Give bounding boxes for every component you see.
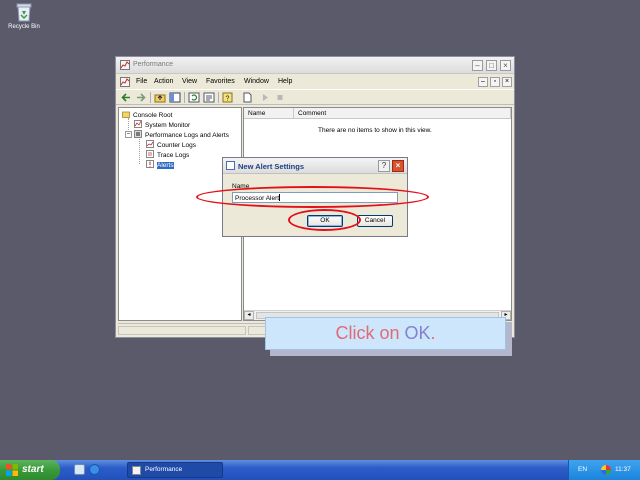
system-tray: EN 11:37 bbox=[568, 460, 640, 480]
recycle-bin-desktop-icon[interactable]: Recycle Bin bbox=[6, 2, 42, 30]
start-button[interactable]: start bbox=[0, 460, 60, 480]
callout-prefix: Click on bbox=[335, 323, 405, 343]
menu-file[interactable]: File bbox=[136, 78, 147, 85]
dialog-close-button[interactable]: × bbox=[392, 160, 404, 172]
toolbar-separator bbox=[184, 92, 185, 103]
messenger-tray-icon[interactable] bbox=[601, 465, 611, 475]
tree-alerts[interactable]: Alerts bbox=[146, 160, 174, 169]
toolbar-separator bbox=[218, 92, 219, 103]
system-monitor-icon bbox=[134, 120, 142, 128]
callout-suffix: . bbox=[430, 323, 436, 343]
mdi-minimize-button[interactable]: – bbox=[478, 77, 488, 87]
stop-icon[interactable] bbox=[274, 92, 286, 103]
instruction-callout: Click on OK. bbox=[265, 317, 506, 350]
highlight-ring-name-field bbox=[196, 186, 429, 208]
show-desktop-icon[interactable] bbox=[74, 464, 85, 475]
menu-window[interactable]: Window bbox=[244, 78, 269, 85]
close-icon: × bbox=[395, 161, 401, 170]
start-play-icon[interactable] bbox=[259, 92, 271, 103]
highlight-ring-ok-button bbox=[288, 209, 361, 231]
forward-arrow-icon[interactable] bbox=[135, 92, 147, 103]
mdi-restore-button[interactable]: ▫ bbox=[490, 77, 500, 87]
scroll-left-button[interactable]: ◂ bbox=[244, 311, 254, 320]
menu-bar: File Action View Favorites Window Help –… bbox=[116, 75, 514, 88]
close-icon: × bbox=[504, 78, 510, 85]
new-log-icon[interactable] bbox=[241, 92, 253, 103]
maximize-icon: □ bbox=[489, 61, 494, 70]
tree-connector bbox=[139, 136, 140, 164]
minimize-icon: – bbox=[481, 78, 485, 85]
export-list-icon[interactable] bbox=[203, 92, 215, 103]
trace-logs-icon bbox=[146, 150, 154, 158]
back-arrow-icon[interactable] bbox=[120, 92, 132, 103]
mdi-close-button[interactable]: × bbox=[502, 77, 512, 87]
restore-icon: ▫ bbox=[493, 78, 497, 85]
performance-logs-icon bbox=[134, 130, 142, 138]
tree-performance-logs[interactable]: Performance Logs and Alerts bbox=[134, 130, 229, 139]
tree-alerts-label: Alerts bbox=[157, 162, 174, 169]
dialog-window-icon bbox=[226, 161, 235, 170]
start-label: start bbox=[22, 464, 44, 475]
performance-app-icon bbox=[120, 60, 130, 70]
minimize-button[interactable]: – bbox=[472, 60, 483, 71]
clock[interactable]: 11:37 bbox=[615, 466, 631, 473]
column-header-comment[interactable]: Comment bbox=[294, 108, 511, 119]
taskbar-performance-button[interactable]: Performance bbox=[127, 462, 223, 478]
status-segment bbox=[118, 326, 246, 335]
tree-system-monitor[interactable]: System Monitor bbox=[134, 120, 190, 129]
menu-action[interactable]: Action bbox=[154, 78, 173, 85]
toolbar: ? bbox=[116, 89, 514, 105]
dialog-titlebar[interactable]: New Alert Settings ? × bbox=[223, 158, 407, 174]
empty-list-message: There are no items to show in this view. bbox=[318, 127, 432, 134]
window-title: Performance bbox=[133, 61, 174, 68]
close-button[interactable]: × bbox=[500, 60, 511, 71]
menu-favorites[interactable]: Favorites bbox=[206, 78, 235, 85]
language-indicator[interactable]: EN bbox=[578, 466, 587, 473]
recycle-bin-icon bbox=[16, 3, 32, 22]
callout-target: OK bbox=[404, 323, 431, 343]
windows-logo-icon bbox=[6, 464, 18, 476]
dialog-title: New Alert Settings bbox=[238, 162, 304, 171]
window-titlebar[interactable]: Performance – □ × bbox=[116, 57, 514, 74]
dialog-help-button[interactable]: ? bbox=[378, 160, 390, 172]
tree-counter-logs[interactable]: Counter Logs bbox=[146, 140, 196, 149]
menu-view[interactable]: View bbox=[182, 78, 197, 85]
taskbar-performance-label: Performance bbox=[145, 466, 183, 473]
help-book-icon[interactable]: ? bbox=[222, 92, 234, 103]
column-header-name[interactable]: Name bbox=[244, 108, 294, 119]
close-icon: × bbox=[503, 61, 508, 70]
tree-console-root[interactable]: Console Root bbox=[122, 110, 172, 119]
tree-collapse-toggle[interactable]: – bbox=[125, 131, 132, 138]
minimize-icon: – bbox=[475, 61, 480, 70]
maximize-button[interactable]: □ bbox=[486, 60, 497, 71]
refresh-icon[interactable] bbox=[188, 92, 200, 103]
internet-explorer-icon[interactable] bbox=[89, 464, 100, 475]
question-mark-icon: ? bbox=[381, 161, 387, 170]
menu-help[interactable]: Help bbox=[278, 78, 292, 85]
toolbar-separator bbox=[150, 92, 151, 103]
cancel-button[interactable]: Cancel bbox=[357, 215, 393, 227]
performance-app-icon bbox=[132, 466, 141, 475]
console-menu-icon[interactable] bbox=[120, 77, 130, 87]
chevron-left-icon: ◂ bbox=[247, 312, 251, 318]
minus-icon: – bbox=[126, 131, 131, 137]
tree-trace-logs[interactable]: Trace Logs bbox=[146, 150, 189, 159]
up-folder-icon[interactable] bbox=[154, 92, 166, 103]
taskbar: start Performance EN 11:37 bbox=[0, 460, 640, 480]
folder-icon bbox=[122, 111, 130, 118]
show-tree-icon[interactable] bbox=[169, 92, 181, 103]
svg-text:?: ? bbox=[226, 96, 230, 103]
recycle-bin-label: Recycle Bin bbox=[8, 24, 40, 30]
alerts-icon bbox=[146, 160, 154, 168]
counter-logs-icon bbox=[146, 140, 154, 148]
